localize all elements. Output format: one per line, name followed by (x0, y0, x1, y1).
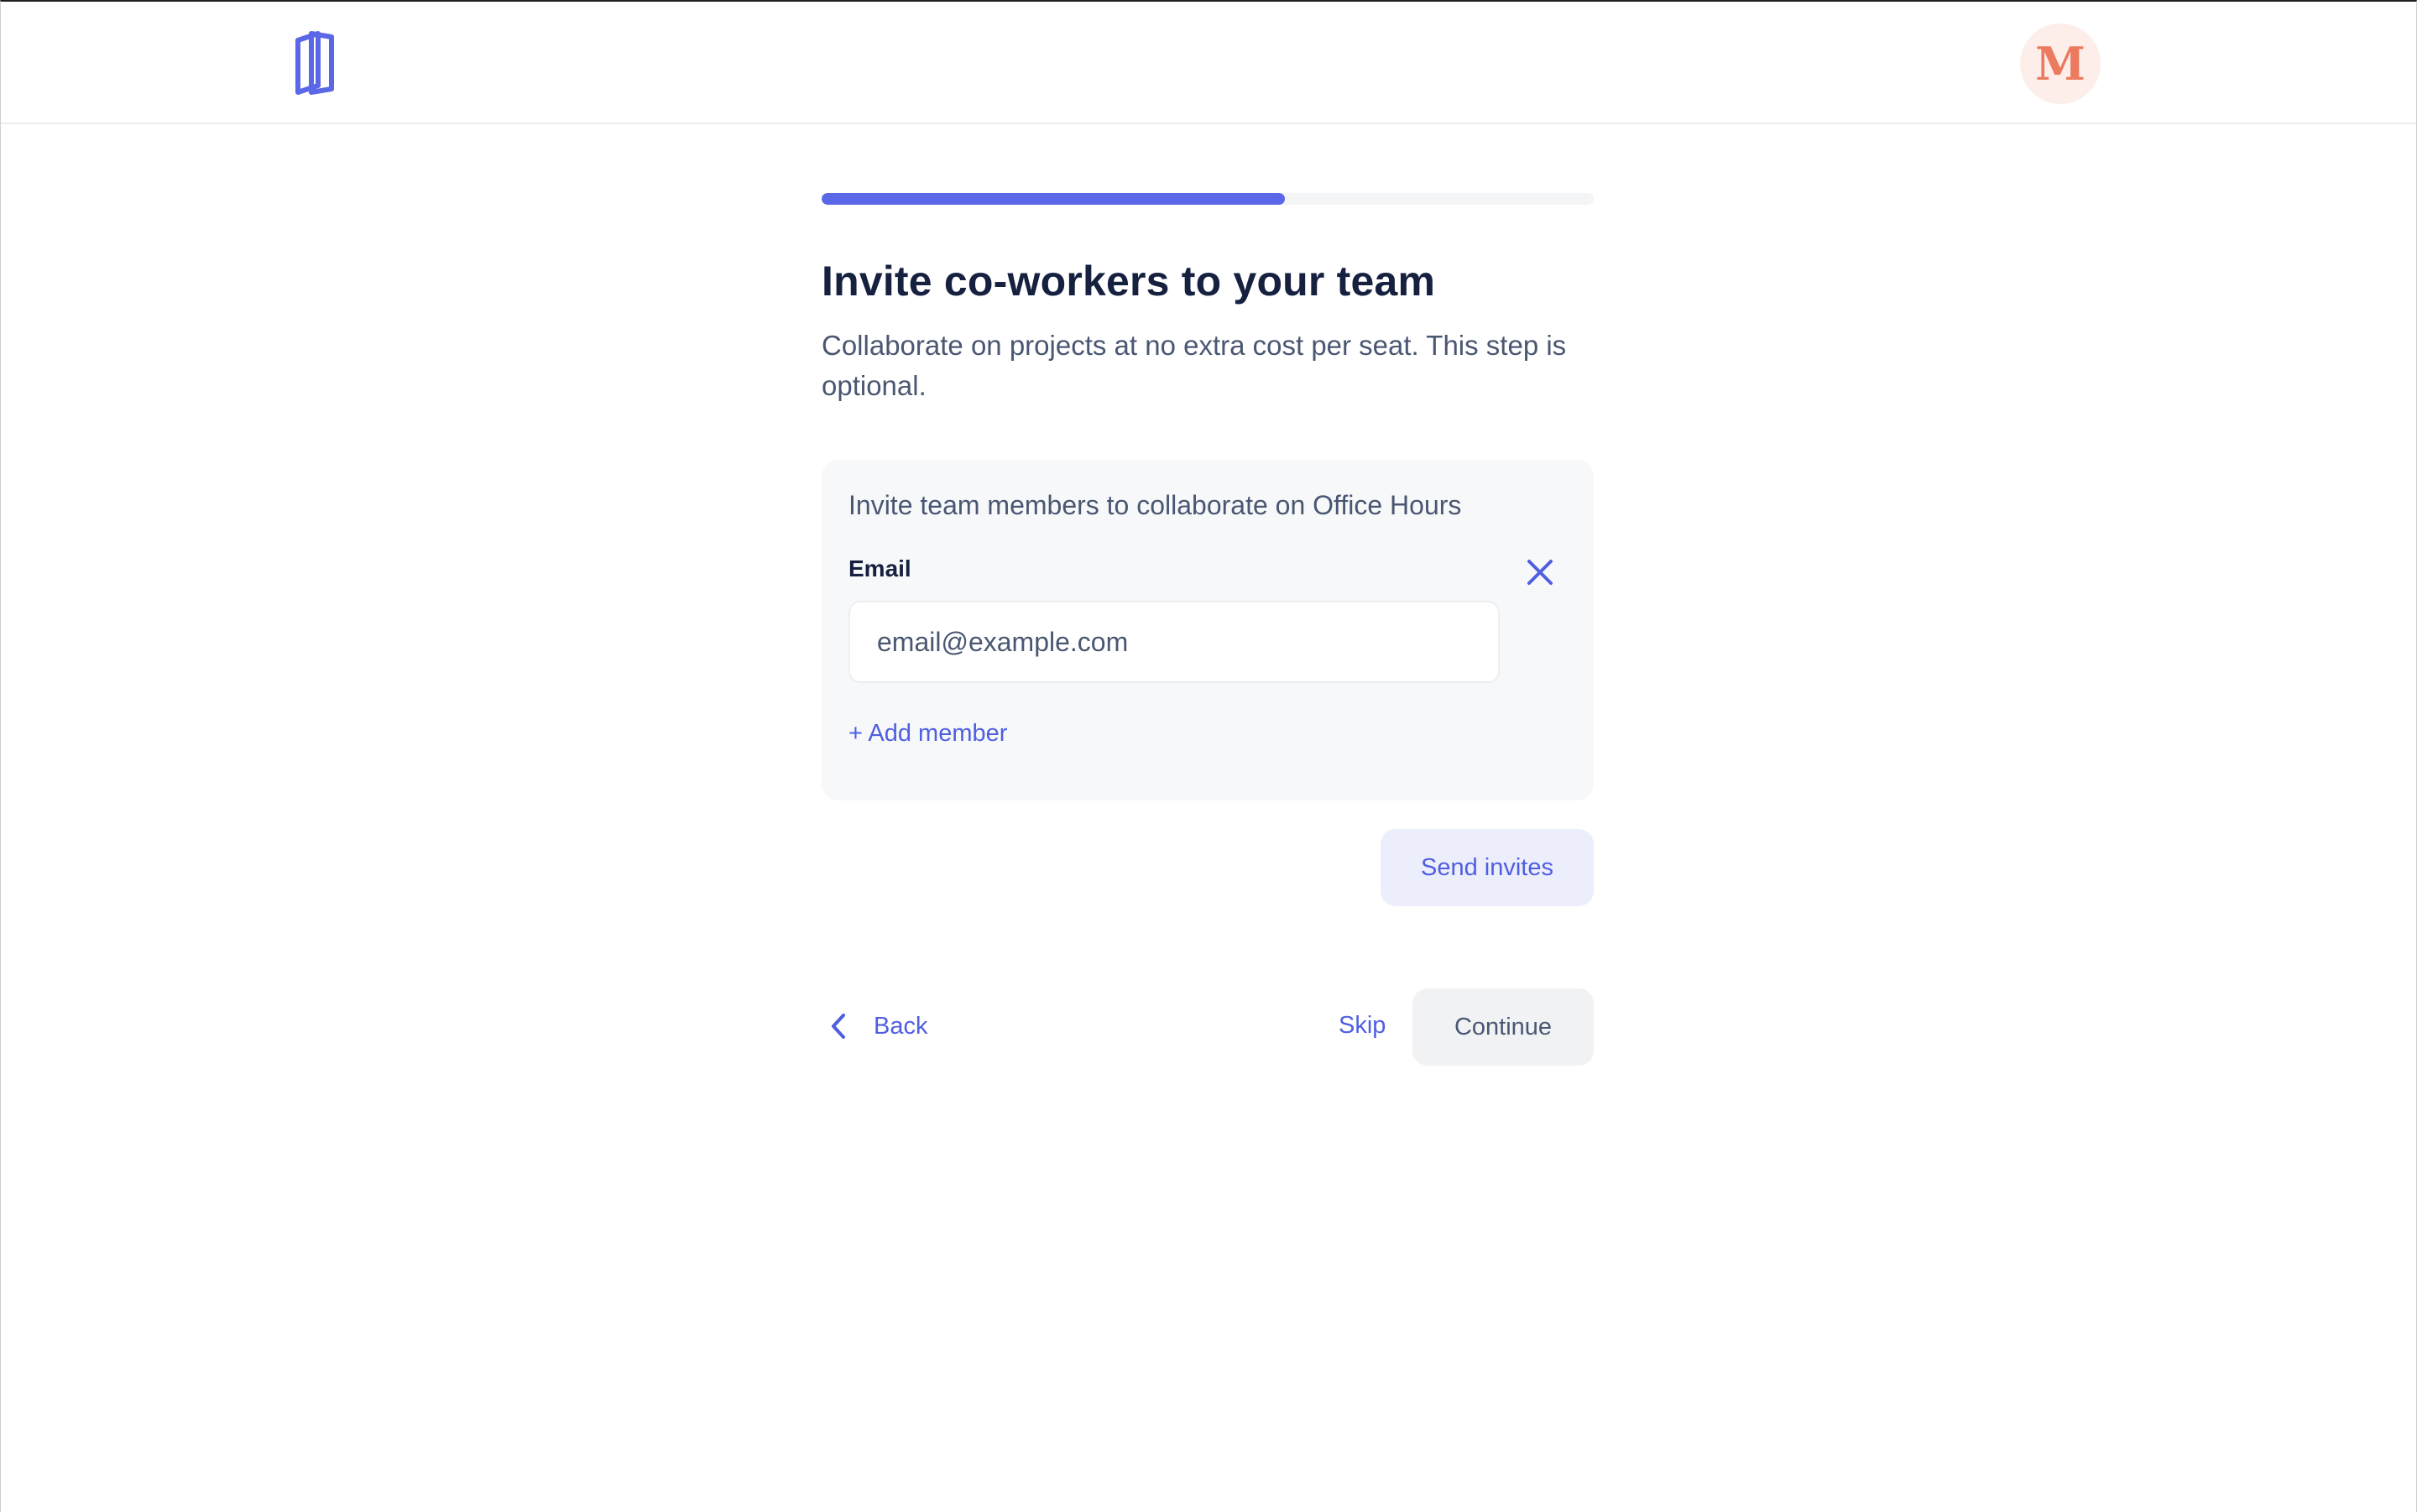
chevron-left-icon (832, 1014, 845, 1039)
page-title: Invite co-workers to your team (822, 258, 1436, 305)
remove-member-button[interactable] (1522, 554, 1558, 591)
page-subtitle: Collaborate on projects at no extra cost… (822, 330, 1567, 401)
top-navigation-bar: M (1, 2, 2416, 124)
invite-card: Invite team members to collaborate on Of… (822, 460, 1594, 800)
progress-bar-fill (822, 193, 1285, 205)
back-button-label: Back (874, 1012, 928, 1040)
app-window: M Invite co-workers to your team Collabo… (0, 0, 2417, 1512)
back-button[interactable]: Back (830, 1005, 927, 1047)
email-input[interactable] (848, 601, 1500, 683)
continue-button[interactable]: Continue (1412, 988, 1594, 1066)
close-icon (1527, 560, 1553, 585)
add-member-link[interactable]: + Add member (848, 720, 1007, 748)
email-label: Email (848, 555, 911, 581)
user-avatar[interactable]: M (2020, 23, 2101, 104)
invite-card-heading: Invite team members to collaborate on Of… (848, 490, 1462, 520)
book-logo-icon[interactable] (293, 30, 337, 96)
send-invites-button[interactable]: Send invites (1381, 829, 1594, 906)
onboarding-progress-bar (822, 193, 1594, 205)
skip-button[interactable]: Skip (1339, 1012, 1386, 1040)
